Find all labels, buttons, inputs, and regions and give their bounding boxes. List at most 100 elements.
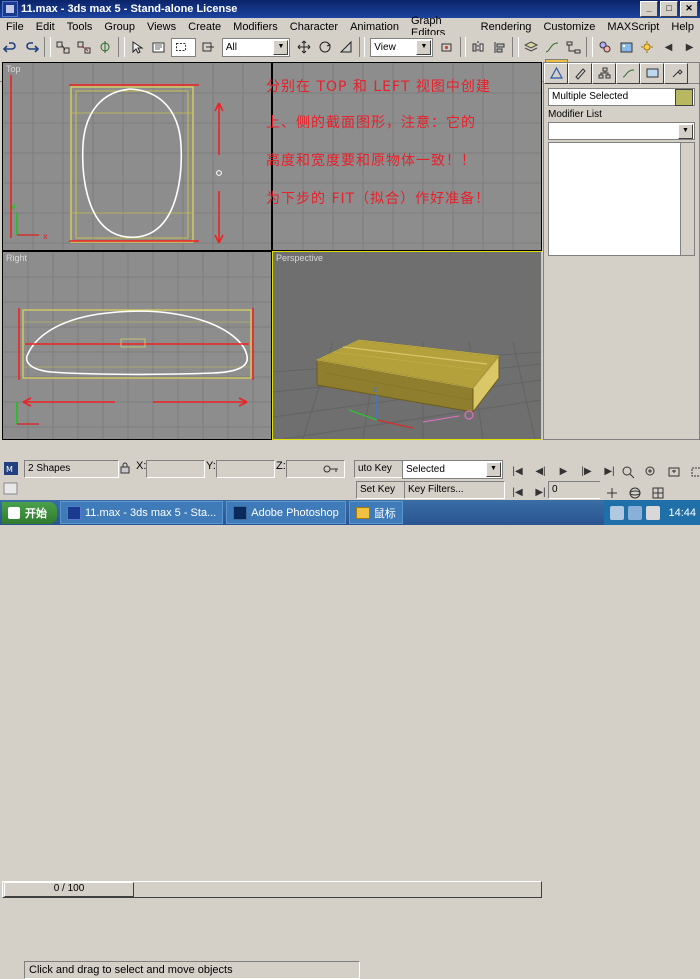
menu-item-help[interactable]: Help <box>665 20 700 34</box>
set-key-button[interactable]: Set Key <box>356 481 405 499</box>
viewport-top[interactable]: Top x <box>2 62 272 251</box>
utilities-tab[interactable] <box>664 63 688 84</box>
mirror-icon[interactable] <box>468 36 489 59</box>
system-tray: 14:44 <box>604 500 700 525</box>
svg-text:y: y <box>11 202 16 211</box>
taskbar-item-max-label: 11.max - 3ds max 5 - Sta... <box>85 507 216 519</box>
selection-name-field[interactable]: Multiple Selected <box>548 88 695 106</box>
modify-tab[interactable] <box>568 63 592 84</box>
menu-item-group[interactable]: Group <box>98 20 141 34</box>
auto-key-button[interactable]: uto Key <box>354 460 403 478</box>
y-coordinate-field[interactable] <box>216 460 275 478</box>
viewport-right-content <box>3 252 271 439</box>
menu-item-character[interactable]: Character <box>284 20 344 34</box>
viewport-right[interactable]: Right <box>2 251 272 440</box>
material-editor-icon[interactable] <box>595 36 616 59</box>
select-and-move-icon[interactable] <box>293 36 314 59</box>
key-filters-button[interactable]: Key Filters... <box>404 481 505 499</box>
modifier-list-combo[interactable]: ▼ <box>548 122 695 140</box>
select-object-icon[interactable] <box>127 36 148 59</box>
menu-item-animation[interactable]: Animation <box>344 20 405 34</box>
redo-icon[interactable] <box>21 36 42 59</box>
object-color-swatch[interactable] <box>675 89 693 106</box>
menu-item-edit[interactable]: Edit <box>30 20 61 34</box>
time-slider[interactable]: 0 / 100 <box>4 882 134 897</box>
taskbar-item-folder[interactable]: 鼠标 <box>349 501 403 524</box>
unlink-selection-icon[interactable] <box>74 36 95 59</box>
select-by-name-icon[interactable] <box>148 36 169 59</box>
network-icon[interactable] <box>628 506 642 520</box>
status-bar-row-1: 2 Shapes M X: Y: Z: uto Key Selected ▼ |… <box>0 458 700 480</box>
window-buttons: _ □ ✕ <box>638 1 698 17</box>
motion-tab[interactable] <box>616 63 640 84</box>
modifier-list-label: Modifier List <box>548 109 695 120</box>
create-tab[interactable] <box>544 63 568 84</box>
x-coordinate-field[interactable] <box>146 460 205 478</box>
svg-text:z: z <box>373 385 377 394</box>
lock-icon[interactable] <box>118 461 132 476</box>
align-icon[interactable] <box>489 36 510 59</box>
menu-item-maxscript[interactable]: MAXScript <box>601 20 665 34</box>
menu-bar: File Edit Tools Group Views Create Modif… <box>0 18 700 36</box>
schematic-view-icon[interactable] <box>563 36 584 59</box>
close-button[interactable]: ✕ <box>680 1 698 17</box>
viewport-perspective-content: z <box>273 252 541 439</box>
track-bar-area: 0 / 100 <box>0 440 700 457</box>
maximize-button[interactable]: □ <box>660 1 678 17</box>
title-bar: 11.max - 3ds max 5 - Stand-alone License… <box>0 0 700 18</box>
folder-icon <box>356 507 370 519</box>
viewport-top-label: Top <box>6 64 21 74</box>
menu-item-customize[interactable]: Customize <box>537 20 601 34</box>
max-application-window: 11.max - 3ds max 5 - Stand-alone License… <box>0 0 700 525</box>
chevron-down-icon[interactable]: ▼ <box>486 462 501 477</box>
menu-item-modifiers[interactable]: Modifiers <box>227 20 284 34</box>
viewport-perspective[interactable]: Perspective <box>272 251 542 440</box>
toolbar-scroll-left-icon[interactable]: ◀ <box>658 36 679 59</box>
undo-icon[interactable] <box>0 36 21 59</box>
viewport-top-content: x y <box>3 63 271 250</box>
status-prompt: Click and drag to select and move object… <box>24 961 360 979</box>
quick-render-icon[interactable] <box>637 36 658 59</box>
menu-item-file[interactable]: File <box>0 20 30 34</box>
render-scene-icon[interactable] <box>616 36 637 59</box>
crossing-selection-icon[interactable] <box>198 36 219 59</box>
coord-system-value: View <box>374 42 396 53</box>
chevron-down-icon[interactable]: ▼ <box>273 40 288 55</box>
photoshop-icon <box>233 506 247 520</box>
window-title: 11.max - 3ds max 5 - Stand-alone License <box>21 3 237 15</box>
menu-item-rendering[interactable]: Rendering <box>475 20 538 34</box>
layer-manager-icon[interactable] <box>521 36 542 59</box>
menu-item-create[interactable]: Create <box>182 20 227 34</box>
modifier-stack-list[interactable] <box>548 142 695 256</box>
menu-item-tools[interactable]: Tools <box>61 20 99 34</box>
display-tab[interactable] <box>640 63 664 84</box>
main-toolbar: All ▼ View ▼ <box>0 35 700 59</box>
modifier-stack-scrollbar[interactable] <box>680 143 694 255</box>
viewport-right-label: Right <box>6 253 27 263</box>
chevron-down-icon[interactable]: ▼ <box>678 124 693 139</box>
use-pivot-point-center-icon[interactable] <box>436 36 457 59</box>
hierarchy-tab[interactable] <box>592 63 616 84</box>
chevron-down-icon[interactable]: ▼ <box>416 40 431 55</box>
volume-icon[interactable] <box>610 506 624 520</box>
select-and-rotate-icon[interactable] <box>315 36 336 59</box>
select-and-scale-icon[interactable] <box>336 36 357 59</box>
select-and-link-icon[interactable] <box>53 36 74 59</box>
selection-filter-combo[interactable]: All ▼ <box>222 38 291 57</box>
reference-coordinate-system-combo[interactable]: View ▼ <box>370 38 433 57</box>
current-frame-field[interactable]: 0 <box>548 481 601 499</box>
curve-editor-icon[interactable] <box>542 36 563 59</box>
selection-region-combo[interactable] <box>171 38 196 57</box>
bind-to-space-warp-icon[interactable] <box>95 36 116 59</box>
taskbar-item-max[interactable]: 11.max - 3ds max 5 - Sta... <box>60 501 223 524</box>
taskbar-item-photoshop[interactable]: Adobe Photoshop <box>226 501 345 524</box>
minimize-button[interactable]: _ <box>640 1 658 17</box>
ime-icon[interactable] <box>646 506 660 520</box>
status-bar-row-2: Click and drag to select and move object… <box>0 480 700 498</box>
max-logo-icon: M <box>3 461 19 476</box>
selection-set-combo[interactable]: Selected ▼ <box>402 460 503 479</box>
start-button[interactable]: 开始 <box>2 502 57 524</box>
menu-item-views[interactable]: Views <box>141 20 182 34</box>
toolbar-scroll-right-icon[interactable]: ▶ <box>679 36 700 59</box>
annotation-line-1: 分别在 TOP 和 LEFT 视图中创建 <box>266 76 491 96</box>
